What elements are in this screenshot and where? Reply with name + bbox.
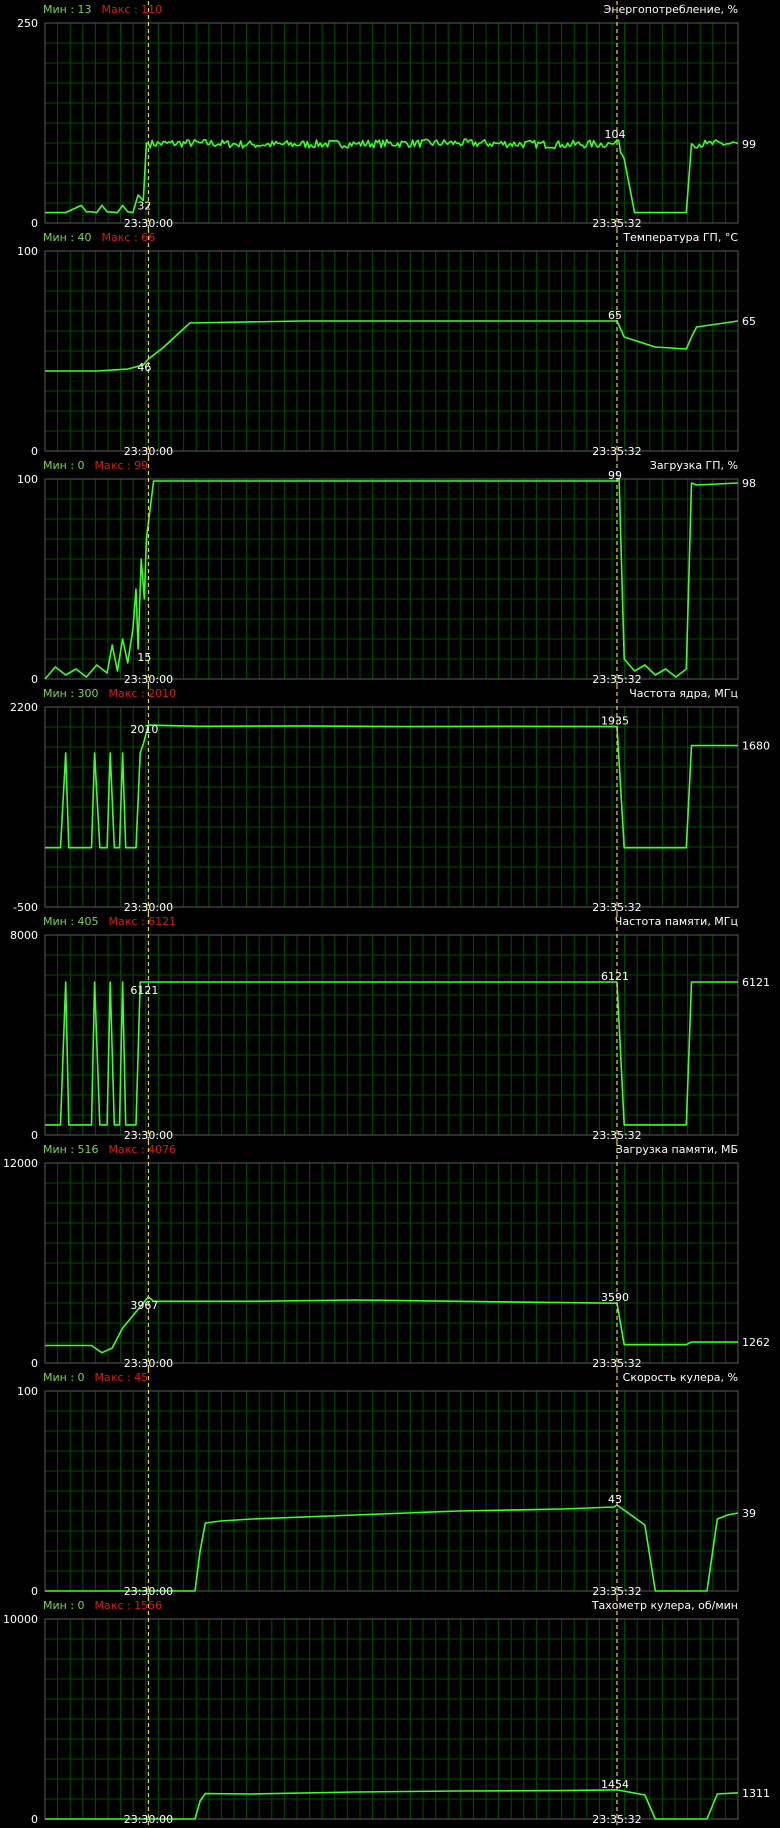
- time-marker-right-label: 23:35:32: [592, 1357, 641, 1370]
- max-value: Макс : 45: [95, 1371, 149, 1384]
- y-axis-bottom-label: 0: [31, 1129, 38, 1142]
- marker-value-right: 3590: [601, 1291, 629, 1304]
- marker-value-left: 46: [137, 361, 151, 374]
- current-value-label: 1262: [742, 1336, 770, 1349]
- y-axis-bottom-label: 0: [31, 1357, 38, 1370]
- current-value-label: 98: [742, 477, 756, 490]
- max-value: Макс : 1556: [95, 1599, 163, 1612]
- y-axis-bottom-label: -500: [13, 901, 38, 914]
- graph-title: Частота памяти, МГц: [615, 915, 738, 928]
- y-axis-bottom-label: 0: [31, 1585, 38, 1598]
- min-value: Мин : 516: [43, 1143, 99, 1156]
- marker-value-right: 65: [608, 309, 622, 322]
- marker-value-right: 43: [608, 1493, 622, 1506]
- marker-value-left: 6121: [130, 984, 158, 997]
- min-value: Мин : 405: [43, 915, 99, 928]
- marker-value-right: 1454: [601, 1778, 629, 1791]
- current-value-label: 99: [742, 138, 756, 151]
- time-marker-right-label: 23:35:32: [592, 217, 641, 230]
- current-value-label: 1680: [742, 740, 770, 753]
- graph-title: Тахометр кулера, об/мин: [591, 1599, 738, 1612]
- min-label: Мин : 13 Макс : 110: [43, 3, 162, 16]
- time-marker-right-label: 23:35:32: [592, 1813, 641, 1826]
- max-value: Макс : 4076: [109, 1143, 177, 1156]
- y-axis-top-label: 8000: [10, 929, 38, 942]
- graph-title: Скорость кулера, %: [623, 1371, 738, 1384]
- max-value: Макс : 99: [95, 459, 149, 472]
- max-value: Макс : 6121: [109, 915, 177, 928]
- marker-value-left: 3967: [130, 1299, 158, 1312]
- time-marker-right-label: 23:35:32: [592, 1129, 641, 1142]
- y-axis-top-label: 100: [17, 1385, 38, 1398]
- min-label: Мин : 40 Макс : 66: [43, 231, 155, 244]
- time-marker-right-label: 23:35:32: [592, 445, 641, 458]
- time-marker-left-label: 23:30:00: [124, 1357, 173, 1370]
- monitoring-graphs: Мин : 13 Макс : 110 Энергопотребление, % 25…: [3, 1, 770, 1826]
- min-value: Мин : 300: [43, 687, 99, 700]
- min-label: Мин : 516 Макс : 4076: [43, 1143, 176, 1156]
- y-axis-bottom-label: 0: [31, 217, 38, 230]
- min-label: Мин : 0 Макс : 99: [43, 459, 148, 472]
- marker-value-left: 32: [137, 199, 151, 212]
- time-marker-right-label: 23:35:32: [592, 901, 641, 914]
- current-value-label: 1311: [742, 1787, 770, 1800]
- graph-title: Энергопотребление, %: [604, 3, 738, 16]
- max-value: Макс : 66: [102, 231, 156, 244]
- graph-title: Частота ядра, МГц: [629, 687, 738, 700]
- time-marker-right-label: 23:35:32: [592, 1585, 641, 1598]
- min-value: Мин : 40: [43, 231, 92, 244]
- y-axis-top-label: 100: [17, 245, 38, 258]
- marker-value-right: 99: [608, 469, 622, 482]
- marker-value-right: 6121: [601, 970, 629, 983]
- time-marker-left-label: 23:30:00: [124, 901, 173, 914]
- time-marker-left-label: 23:30:00: [124, 1129, 173, 1142]
- y-axis-top-label: 250: [17, 17, 38, 30]
- min-value: Мин : 13: [43, 3, 92, 16]
- time-marker-left-label: 23:30:00: [124, 445, 173, 458]
- y-axis-top-label: 10000: [3, 1613, 38, 1626]
- min-value: Мин : 0: [43, 459, 85, 472]
- current-value-label: 65: [742, 315, 756, 328]
- marker-value-left: 2010: [130, 723, 158, 736]
- marker-value-left: 15: [137, 651, 151, 664]
- min-label: Мин : 300 Макс : 2010: [43, 687, 176, 700]
- y-axis-top-label: 2200: [10, 701, 38, 714]
- graph-title: Загрузка памяти, МБ: [616, 1143, 738, 1156]
- min-value: Мин : 0: [43, 1599, 85, 1612]
- y-axis-bottom-label: 0: [31, 673, 38, 686]
- max-value: Макс : 110: [102, 3, 163, 16]
- max-value: Макс : 2010: [109, 687, 177, 700]
- time-marker-right-label: 23:35:32: [592, 673, 641, 686]
- y-axis-top-label: 12000: [3, 1157, 38, 1170]
- marker-value-right: 104: [604, 128, 625, 141]
- current-value-label: 6121: [742, 976, 770, 989]
- current-value-label: 39: [742, 1507, 756, 1520]
- min-label: Мин : 405 Макс : 6121: [43, 915, 176, 928]
- y-axis-bottom-label: 0: [31, 445, 38, 458]
- min-label: Мин : 0 Макс : 45: [43, 1371, 148, 1384]
- graph-title: Температура ГП, °С: [622, 231, 738, 244]
- time-marker-left-label: 23:30:00: [124, 217, 173, 230]
- time-marker-left-label: 23:30:00: [124, 673, 173, 686]
- y-axis-bottom-label: 0: [31, 1813, 38, 1826]
- y-axis-top-label: 100: [17, 473, 38, 486]
- min-value: Мин : 0: [43, 1371, 85, 1384]
- time-marker-left-label: 23:30:00: [124, 1813, 173, 1826]
- marker-value-right: 1935: [601, 715, 629, 728]
- graph-title: Загрузка ГП, %: [650, 459, 738, 472]
- min-label: Мин : 0 Макс : 1556: [43, 1599, 162, 1612]
- time-marker-left-label: 23:30:00: [124, 1585, 173, 1598]
